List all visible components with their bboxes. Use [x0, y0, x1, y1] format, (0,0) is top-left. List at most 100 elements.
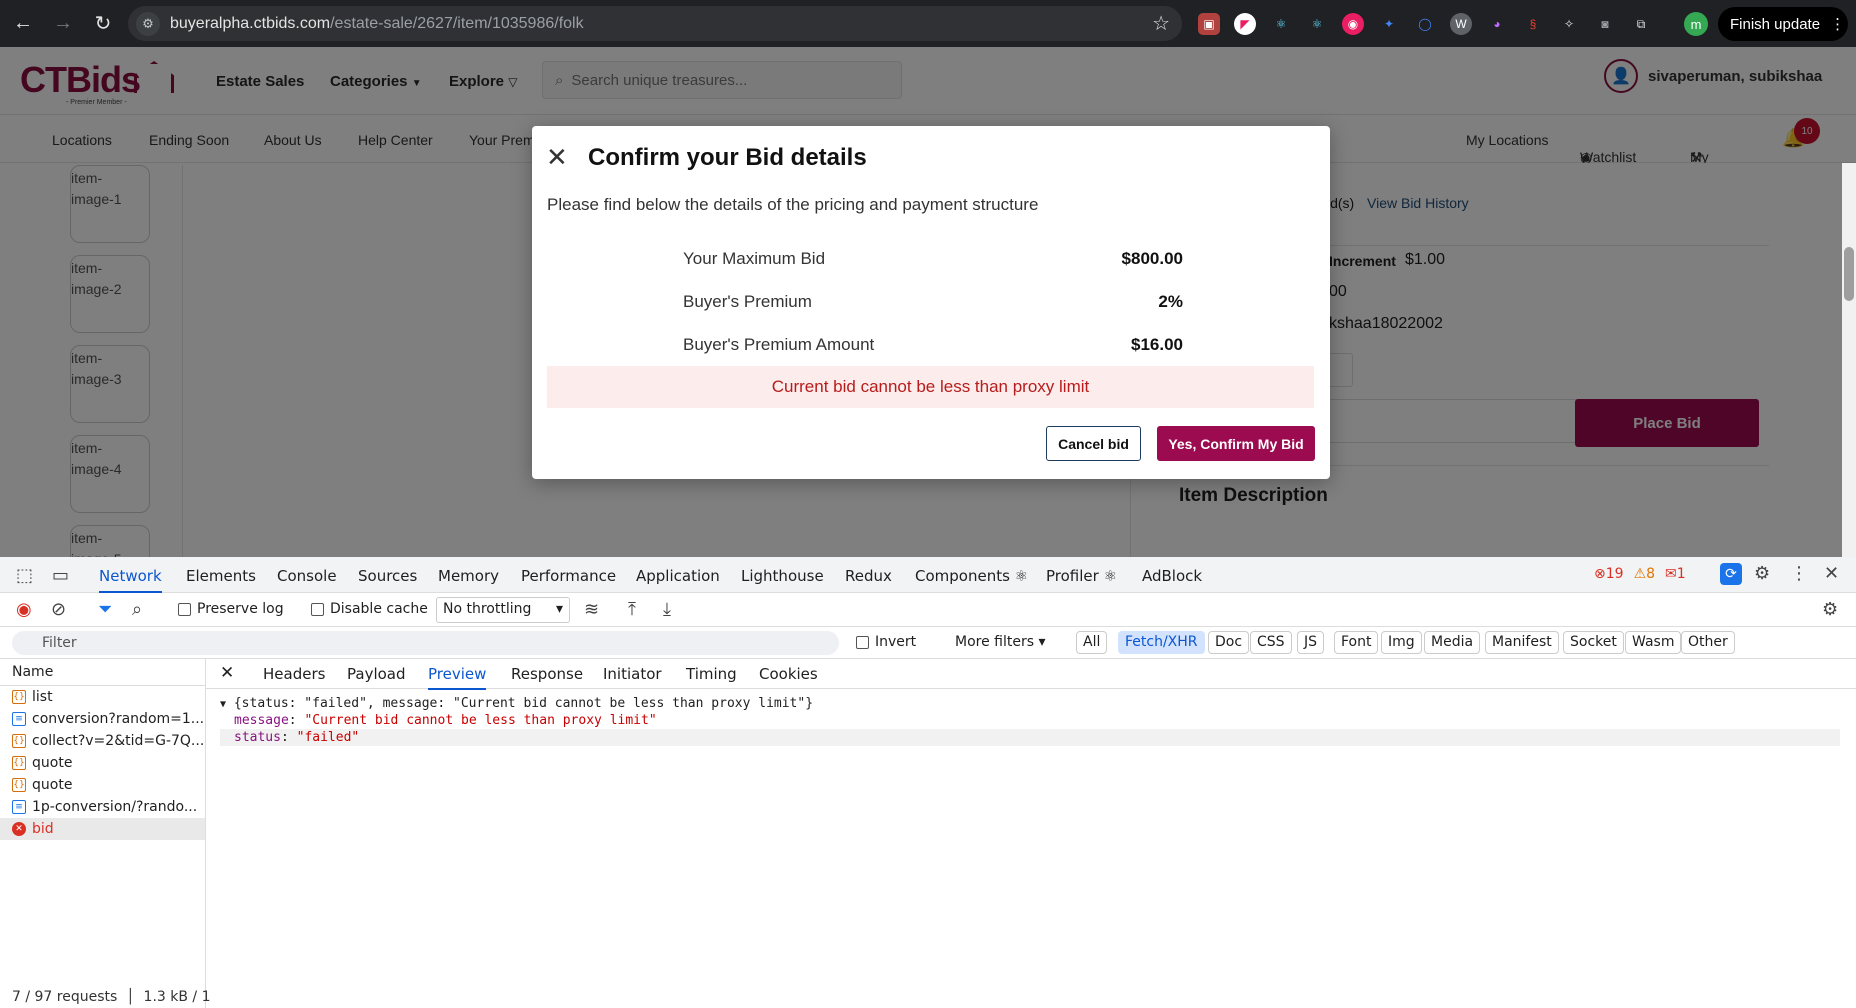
- request-row[interactable]: ≡ conversion?random=1...: [0, 708, 205, 730]
- tab-performance[interactable]: Performance: [521, 567, 616, 585]
- premium-amount-row: Buyer's Premium Amount $16.00: [683, 335, 1183, 354]
- cancel-bid-button[interactable]: Cancel bid: [1046, 426, 1141, 461]
- request-row-selected[interactable]: ✕ bid: [0, 818, 205, 840]
- chip-font[interactable]: Font: [1334, 631, 1379, 654]
- tab-memory[interactable]: Memory: [438, 567, 499, 585]
- tab-payload[interactable]: Payload: [347, 665, 406, 683]
- tab-lighthouse[interactable]: Lighthouse: [741, 567, 824, 585]
- inspect-element-icon[interactable]: ⬚: [16, 565, 33, 586]
- request-row[interactable]: {} quote: [0, 752, 205, 774]
- extension-icon[interactable]: ▣: [1198, 13, 1220, 35]
- tab-initiator[interactable]: Initiator: [603, 665, 662, 683]
- address-bar[interactable]: ⚙ buyeralpha.ctbids.com/estate-sale/2627…: [128, 6, 1182, 41]
- preserve-log-checkbox[interactable]: Preserve log: [178, 601, 284, 617]
- react-icon[interactable]: ⚛: [1270, 13, 1292, 35]
- close-detail-icon[interactable]: ✕: [220, 663, 234, 683]
- throttling-select[interactable]: No throttling ▾: [436, 597, 570, 623]
- error-count[interactable]: ⊗19: [1594, 566, 1624, 582]
- tab-console[interactable]: Console: [277, 567, 337, 585]
- finish-update-button[interactable]: Finish update ⋮: [1718, 7, 1848, 41]
- tab-adblock[interactable]: AdBlock: [1142, 567, 1202, 585]
- issue-counts[interactable]: ⊗19 ⚠8 ✉1: [1594, 566, 1686, 582]
- chip-css[interactable]: CSS: [1250, 631, 1292, 654]
- extensions-puzzle-icon[interactable]: ⧉: [1630, 13, 1652, 35]
- search-icon[interactable]: ⌕: [132, 599, 142, 620]
- request-row[interactable]: {} collect?v=2&tid=G-7Q...: [0, 730, 205, 752]
- tab-preview[interactable]: Preview: [428, 665, 487, 690]
- device-toolbar-icon[interactable]: ▭: [52, 565, 69, 586]
- xhr-icon: {}: [12, 756, 26, 770]
- detail-tabbar: ✕ Headers Payload Preview Response Initi…: [206, 659, 1856, 690]
- filter-input[interactable]: Filter: [12, 631, 839, 655]
- tab-network[interactable]: Network: [99, 567, 162, 593]
- tab-timing[interactable]: Timing: [686, 665, 737, 683]
- tab-profiler[interactable]: Profiler ⚛: [1046, 567, 1117, 585]
- chip-js[interactable]: JS: [1297, 631, 1325, 654]
- extension-icon[interactable]: ◤: [1234, 13, 1256, 35]
- disable-cache-checkbox[interactable]: Disable cache: [311, 601, 428, 617]
- chip-other[interactable]: Other: [1681, 631, 1735, 654]
- extension-icon[interactable]: ⚛: [1306, 13, 1328, 35]
- extension-icon[interactable]: W: [1450, 13, 1472, 35]
- chip-fetch-xhr[interactable]: Fetch/XHR: [1118, 631, 1205, 654]
- clear-icon[interactable]: ⊘: [51, 599, 66, 620]
- extension-icon[interactable]: §: [1522, 13, 1544, 35]
- tab-components[interactable]: Components ⚛: [915, 567, 1028, 585]
- chip-all[interactable]: All: [1076, 631, 1108, 654]
- record-stop-icon[interactable]: ◉: [16, 599, 32, 620]
- tab-response[interactable]: Response: [511, 665, 583, 683]
- error-icon: ⊗: [1594, 566, 1606, 582]
- settings-gear-icon[interactable]: ⚙: [1754, 563, 1770, 584]
- forward-icon[interactable]: →: [46, 7, 80, 41]
- extension-icon[interactable]: ◉: [1342, 13, 1364, 35]
- request-row[interactable]: ≡ 1p-conversion/?rando...: [0, 796, 205, 818]
- xhr-icon: {}: [12, 734, 26, 748]
- tab-cookies[interactable]: Cookies: [759, 665, 818, 683]
- tab-sources[interactable]: Sources: [358, 567, 417, 585]
- tab-headers[interactable]: Headers: [263, 665, 325, 683]
- import-har-icon[interactable]: ⤒: [628, 599, 636, 620]
- tab-application[interactable]: Application: [636, 567, 720, 585]
- confirm-bid-modal: ✕ Confirm your Bid details Please find b…: [532, 126, 1330, 479]
- reload-icon[interactable]: ↻: [86, 7, 120, 41]
- site-info-icon[interactable]: ⚙: [136, 11, 160, 36]
- network-settings-icon[interactable]: ⚙: [1822, 599, 1838, 620]
- chip-doc[interactable]: Doc: [1208, 631, 1250, 654]
- chip-socket[interactable]: Socket: [1563, 631, 1624, 654]
- json-summary-line[interactable]: ▼ {status: "failed", message: "Current b…: [220, 695, 1840, 712]
- page-scrollbar[interactable]: [1842, 163, 1856, 557]
- tab-elements[interactable]: Elements: [186, 567, 256, 585]
- chip-media[interactable]: Media: [1424, 631, 1481, 654]
- url-text[interactable]: buyeralpha.ctbids.com/estate-sale/2627/i…: [170, 15, 584, 33]
- more-vert-icon[interactable]: ⋮: [1790, 563, 1808, 584]
- request-row[interactable]: {} quote: [0, 774, 205, 796]
- extension-icon[interactable]: ◯: [1414, 13, 1436, 35]
- profile-avatar[interactable]: m: [1684, 12, 1708, 36]
- network-conditions-icon[interactable]: ≋: [584, 599, 599, 620]
- sync-icon[interactable]: ⟳: [1720, 563, 1742, 585]
- warning-count[interactable]: ⚠8: [1634, 566, 1655, 582]
- tab-redux[interactable]: Redux: [845, 567, 892, 585]
- request-row[interactable]: {} list: [0, 686, 205, 708]
- chip-manifest[interactable]: Manifest: [1485, 631, 1559, 654]
- name-column-header[interactable]: Name: [0, 659, 205, 686]
- extension-icon[interactable]: ✧: [1558, 13, 1580, 35]
- issues-count[interactable]: ✉1: [1665, 566, 1686, 582]
- checkbox-icon: [311, 602, 324, 616]
- extension-icon[interactable]: ✦: [1378, 13, 1400, 35]
- page-scrollbar-thumb[interactable]: [1844, 247, 1854, 301]
- close-icon[interactable]: ✕: [546, 142, 568, 173]
- back-icon[interactable]: ←: [6, 7, 40, 41]
- chip-wasm[interactable]: Wasm: [1625, 631, 1682, 654]
- error-icon: ✕: [12, 822, 26, 836]
- extension-icon[interactable]: ◕: [1486, 13, 1508, 35]
- chip-img[interactable]: Img: [1381, 631, 1422, 654]
- export-har-icon[interactable]: ⤓: [663, 599, 671, 620]
- invert-checkbox[interactable]: Invert: [856, 634, 916, 650]
- close-devtools-icon[interactable]: ✕: [1824, 563, 1839, 584]
- camera-icon[interactable]: ◙: [1594, 13, 1616, 35]
- bookmark-star-icon[interactable]: ☆: [1152, 11, 1170, 36]
- more-filters-dropdown[interactable]: More filters ▾: [955, 634, 1046, 650]
- filter-toggle-icon[interactable]: ⏷: [98, 599, 112, 620]
- confirm-bid-button[interactable]: Yes, Confirm My Bid: [1157, 426, 1315, 461]
